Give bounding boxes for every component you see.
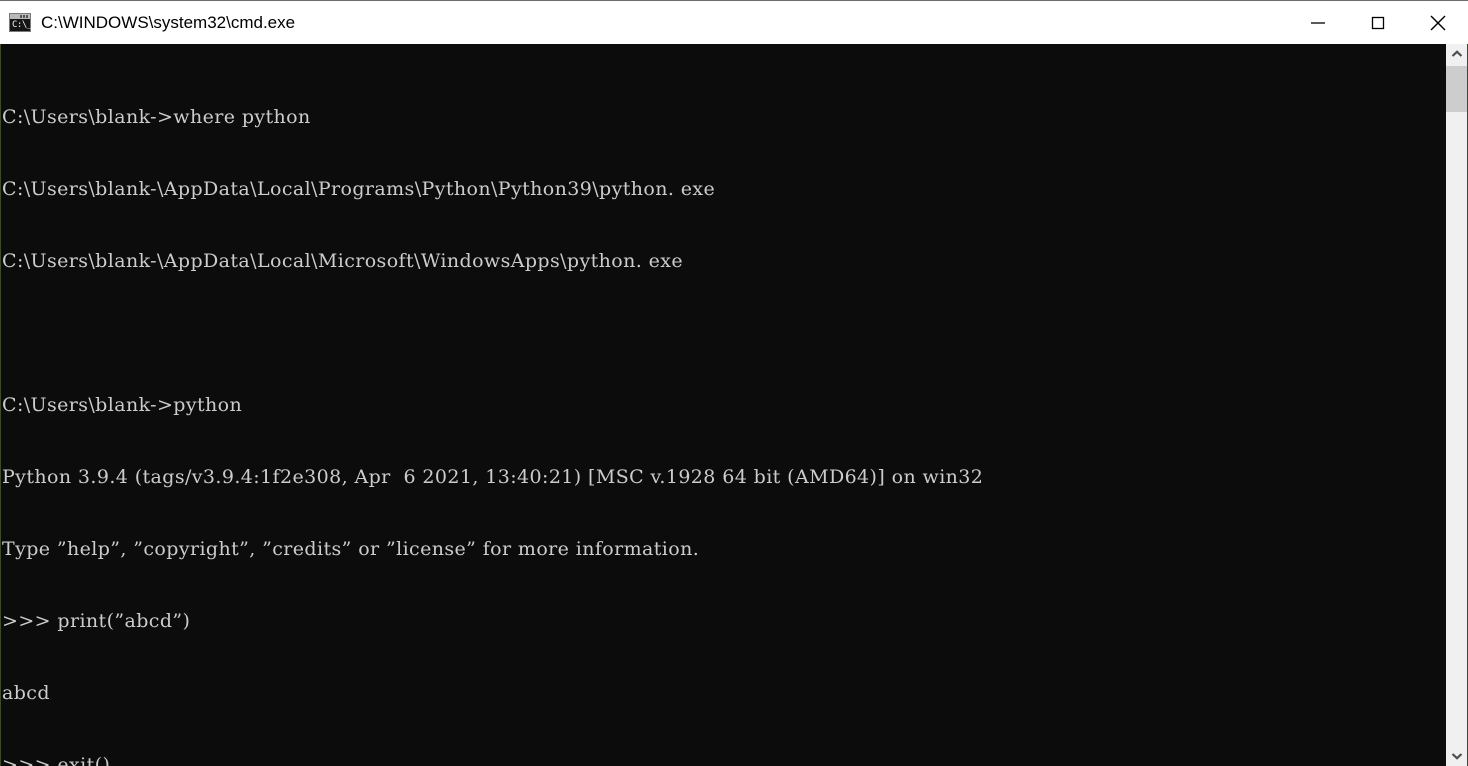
cmd-icon-prompt-glyph: C:\_ (12, 20, 32, 30)
scrollbar-thumb[interactable] (1446, 66, 1467, 112)
chevron-down-icon (1451, 753, 1462, 760)
minimize-button[interactable] (1288, 1, 1348, 44)
cmd-window: C:\_ C:\WINDOWS\system32\cmd.exe C:\User… (0, 0, 1468, 766)
vertical-scrollbar[interactable] (1445, 44, 1467, 766)
scroll-up-button[interactable] (1446, 44, 1467, 64)
console-line: Python 3.9.4 (tags/v3.9.4:1f2e308, Apr 6… (2, 466, 984, 488)
console-line: >>> exit() (2, 754, 111, 766)
title-bar[interactable]: C:\_ C:\WINDOWS\system32\cmd.exe (0, 1, 1468, 44)
console-line: C:\Users\blank-\AppData\Local\Programs\P… (2, 178, 716, 200)
chevron-up-icon (1451, 50, 1462, 57)
maximize-icon (1371, 16, 1385, 29)
console-text: C:\Users\blank->where python C:\Users\bl… (1, 57, 1445, 766)
console-line: C:\Users\blank-\AppData\Local\Microsoft\… (2, 250, 684, 272)
title-bar-left: C:\_ C:\WINDOWS\system32\cmd.exe (0, 1, 1288, 44)
console-line: C:\Users\blank->python (2, 394, 243, 416)
scroll-down-button[interactable] (1446, 746, 1467, 766)
console-output[interactable]: C:\Users\blank->where python C:\Users\bl… (1, 44, 1445, 766)
console-line: >>> print(”abcd”) (2, 610, 191, 632)
window-controls (1288, 1, 1468, 44)
close-icon (1430, 15, 1446, 30)
cmd-icon: C:\_ (9, 13, 32, 32)
close-button[interactable] (1408, 1, 1468, 44)
console-area: C:\Users\blank->where python C:\Users\bl… (0, 44, 1468, 766)
window-title: C:\WINDOWS\system32\cmd.exe (41, 12, 296, 32)
minimize-icon (1311, 21, 1325, 24)
console-line: abcd (2, 682, 50, 704)
maximize-button[interactable] (1348, 1, 1408, 44)
cmd-icon-buttons (20, 15, 29, 18)
console-line: C:\Users\blank->where python (2, 106, 311, 128)
console-line: Type ”help”, ”copyright”, ”credits” or ”… (2, 538, 700, 560)
